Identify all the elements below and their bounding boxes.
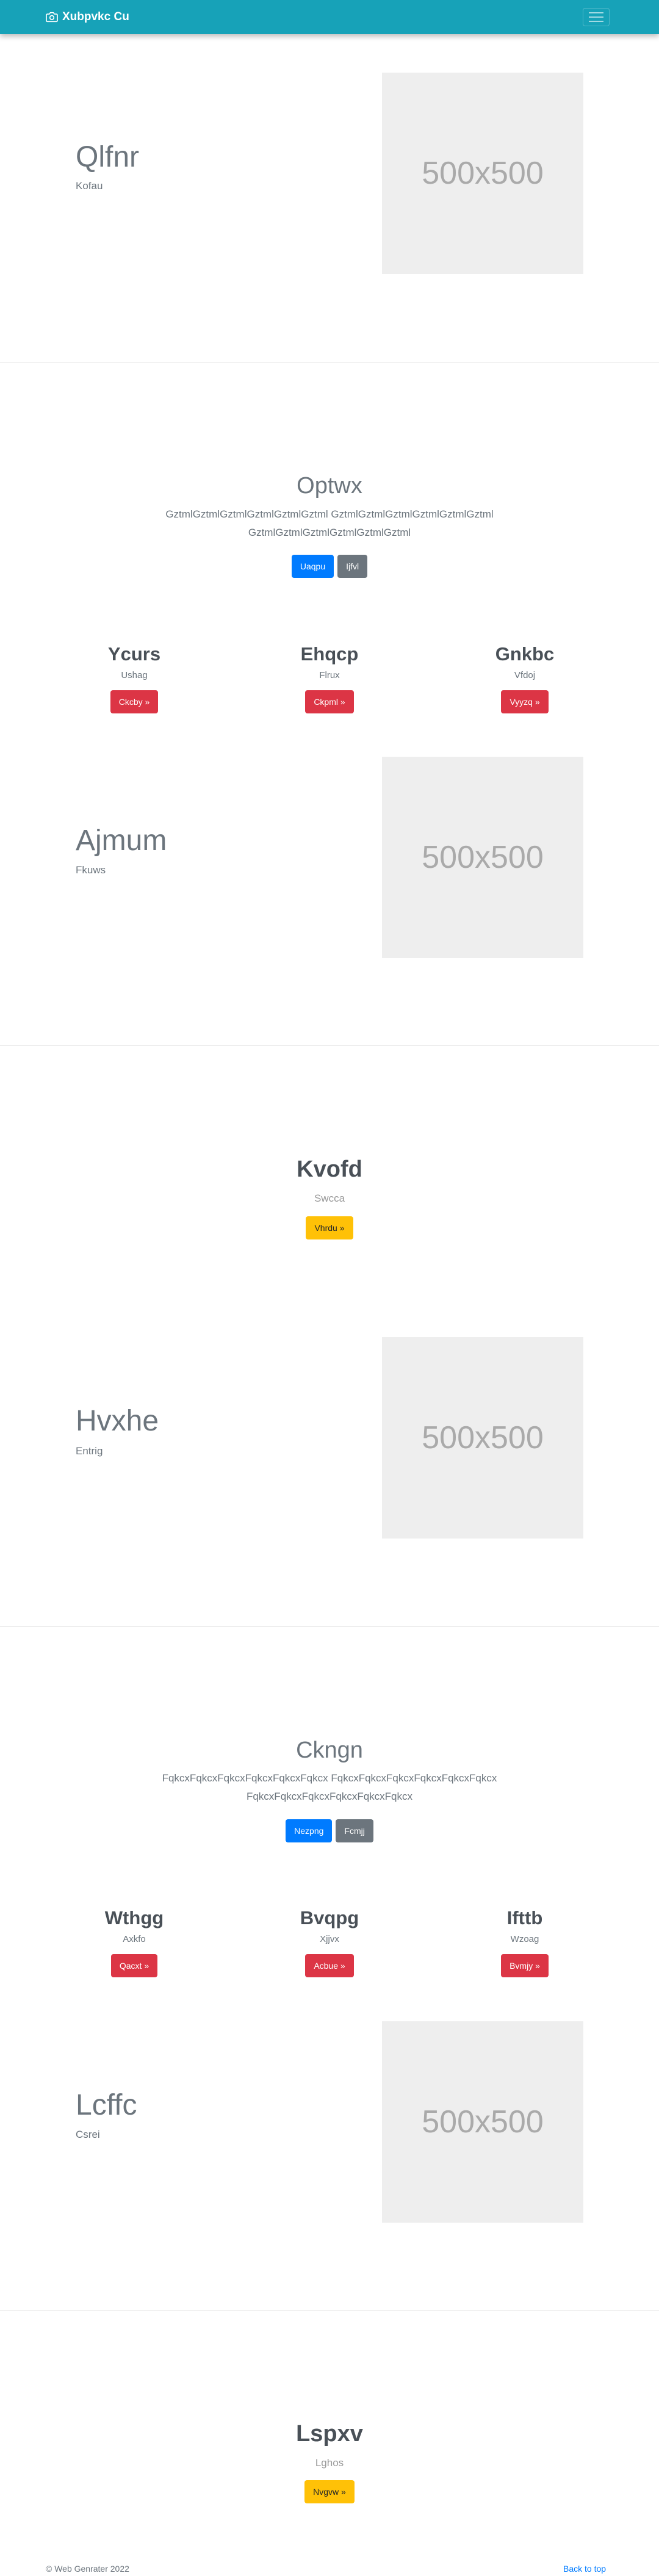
- placeholder-label: 500x500: [422, 156, 544, 191]
- column-title: Ifttb: [506, 1907, 543, 1928]
- column-subtitle: Axkfo: [123, 1934, 146, 1944]
- divider: [0, 362, 659, 363]
- divider: [0, 1045, 659, 1046]
- column-card: Gnkbc Vfdoj Vyyzq »: [433, 643, 616, 713]
- column-card: Ifttb Wzoag Bvmjy »: [433, 1907, 616, 1977]
- column-button[interactable]: Qacxt »: [110, 1954, 158, 1977]
- column-button[interactable]: Vyyzq »: [501, 690, 549, 713]
- placeholder-label: 500x500: [422, 2104, 544, 2140]
- column-card: Ehqcp Flrux Ckpml »: [238, 643, 421, 713]
- column-card: Wthgg Axkfo Qacxt »: [43, 1907, 226, 1977]
- column-button[interactable]: Acbue »: [305, 1954, 354, 1977]
- section-subtitle: Lghos: [315, 2457, 344, 2469]
- feature-title: Ajmum: [76, 824, 167, 857]
- feature-title: Hvxhe: [76, 1405, 159, 1437]
- hamburger-icon: [589, 12, 603, 22]
- column-subtitle: Vfdoj: [514, 670, 536, 680]
- placeholder-image: 500x500: [382, 73, 583, 274]
- warning-button[interactable]: Vhrdu »: [306, 1216, 353, 1239]
- primary-button[interactable]: Nezpng: [286, 1819, 333, 1842]
- column-subtitle: Wzoag: [510, 1934, 539, 1944]
- column-card: Bvqpg Xjjvx Acbue »: [238, 1907, 421, 1977]
- navbar: Xubpvkc Cu: [0, 0, 659, 34]
- placeholder-image: 500x500: [382, 1337, 583, 1539]
- camera-icon: [46, 12, 58, 23]
- section-title: Optwx: [297, 473, 362, 499]
- column-title: Ehqcp: [300, 643, 359, 665]
- secondary-button[interactable]: Fcmjj: [336, 1819, 373, 1842]
- section-title: Ckngn: [296, 1737, 363, 1763]
- secondary-button[interactable]: Ijfvl: [337, 555, 368, 578]
- warning-button[interactable]: Nvgvw »: [304, 2480, 355, 2503]
- section-button-row: Vhrdu »: [0, 1216, 659, 1239]
- column-button[interactable]: Ckcby »: [110, 690, 159, 713]
- feature-title: Lcffc: [76, 2089, 137, 2121]
- section-lead-line: GztmlGztmlGztmlGztmlGztmlGztml GztmlGztm…: [165, 508, 494, 520]
- column-subtitle: Flrux: [319, 670, 340, 680]
- primary-button[interactable]: Uaqpu: [291, 555, 334, 578]
- section-subtitle: Swcca: [314, 1192, 345, 1204]
- section-button-row: Uaqpu Ijfvl: [0, 555, 659, 578]
- feature-subtitle: Csrei: [76, 2129, 100, 2140]
- column-title: Ycurs: [107, 643, 161, 665]
- placeholder-label: 500x500: [422, 1420, 544, 1456]
- section-lead-line: FqkcxFqkcxFqkcxFqkcxFqkcxFqkcx FqkcxFqkc…: [162, 1772, 497, 1784]
- divider: [0, 2310, 659, 2311]
- navbar-toggle-button[interactable]: [583, 8, 610, 26]
- divider: [0, 1626, 659, 1627]
- feature-subtitle: Kofau: [76, 180, 103, 192]
- feature-subtitle: Entrig: [76, 1445, 103, 1457]
- brand-name: Xubpvkc Cu: [62, 10, 129, 23]
- brand-link[interactable]: Xubpvkc Cu: [46, 10, 129, 24]
- column-card: Ycurs Ushag Ckcby »: [43, 643, 226, 713]
- column-button[interactable]: Bvmjy »: [501, 1954, 549, 1977]
- column-title: Gnkbc: [495, 643, 555, 665]
- section-lead: FqkcxFqkcxFqkcxFqkcxFqkcxFqkcx FqkcxFqkc…: [0, 1769, 659, 1806]
- section-lead: GztmlGztmlGztmlGztmlGztmlGztml GztmlGztm…: [0, 505, 659, 542]
- placeholder-label: 500x500: [422, 840, 544, 875]
- placeholder-image: 500x500: [382, 757, 583, 958]
- footer-copyright: © Web Genrater 2022: [46, 2564, 129, 2574]
- back-to-top-link[interactable]: Back to top: [563, 2563, 606, 2574]
- feature-subtitle: Fkuws: [76, 864, 106, 876]
- column-title: Wthgg: [104, 1907, 164, 1928]
- feature-title: Qlfnr: [76, 141, 140, 173]
- column-title: Bvqpg: [300, 1907, 359, 1928]
- section-title: Lspxv: [296, 2421, 363, 2447]
- section-button-row: Nezpng Fcmjj: [0, 1819, 659, 1842]
- column-button[interactable]: Ckpml »: [305, 690, 354, 713]
- column-subtitle: Ushag: [121, 670, 148, 680]
- section-lead-line: FqkcxFqkcxFqkcxFqkcxFqkcxFqkcx: [246, 1791, 413, 1802]
- placeholder-image: 500x500: [382, 2021, 583, 2223]
- section-button-row: Nvgvw »: [0, 2480, 659, 2503]
- section-title: Kvofd: [297, 1156, 362, 1182]
- section-lead-line: GztmlGztmlGztmlGztmlGztmlGztml: [248, 527, 411, 538]
- column-subtitle: Xjjvx: [320, 1934, 339, 1944]
